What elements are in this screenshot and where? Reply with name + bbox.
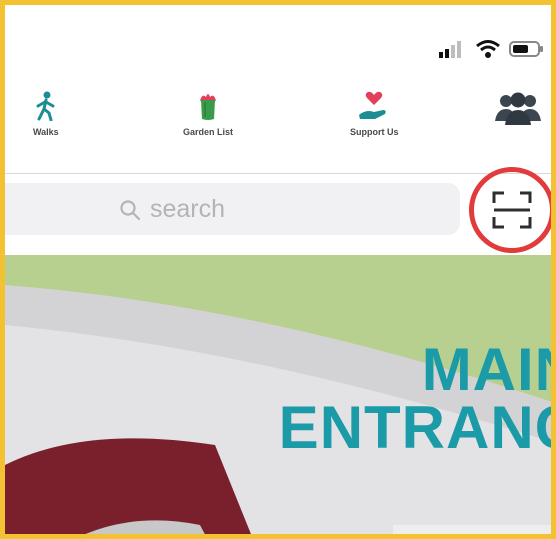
- nav-item-support-us[interactable]: Support Us: [350, 91, 399, 137]
- nav-label-walks: Walks: [33, 127, 59, 137]
- scan-button-highlight[interactable]: [469, 167, 551, 253]
- nav-item-walks[interactable]: Walks: [33, 91, 59, 137]
- people-group-icon: [495, 92, 541, 125]
- search-icon: [120, 199, 141, 220]
- nav-label-garden-list: Garden List: [183, 127, 234, 137]
- status-icons: [439, 39, 545, 59]
- status-bar: [5, 5, 551, 75]
- battery-icon: [509, 41, 543, 57]
- search-bar[interactable]: search: [5, 183, 460, 235]
- map-road: [393, 525, 551, 534]
- walking-person-icon: [36, 91, 55, 121]
- plant-pot-icon: [200, 94, 216, 120]
- search-placeholder: search: [150, 195, 226, 223]
- wifi-icon: [476, 40, 500, 58]
- map-label-line-1: MAIN: [421, 336, 551, 403]
- search-field[interactable]: search: [118, 195, 225, 224]
- heart-hand-icon: [359, 91, 386, 119]
- map-label-main-entrance: MAIN ENTRANC: [278, 336, 556, 461]
- nav-item-community[interactable]: [495, 91, 541, 131]
- nav-item-garden-list[interactable]: Garden List: [183, 91, 233, 137]
- nav-divider: [5, 173, 551, 174]
- top-nav-bar: Walks Garden List Support Us: [5, 91, 551, 165]
- nav-label-support-us: Support Us: [350, 127, 399, 137]
- signal-icon: [439, 41, 461, 58]
- screenshot-frame: Walks Garden List Support Us search MAI …: [0, 0, 556, 539]
- map-label-line-2: ENTRANC: [278, 394, 556, 461]
- scan-frame-icon: [492, 191, 532, 229]
